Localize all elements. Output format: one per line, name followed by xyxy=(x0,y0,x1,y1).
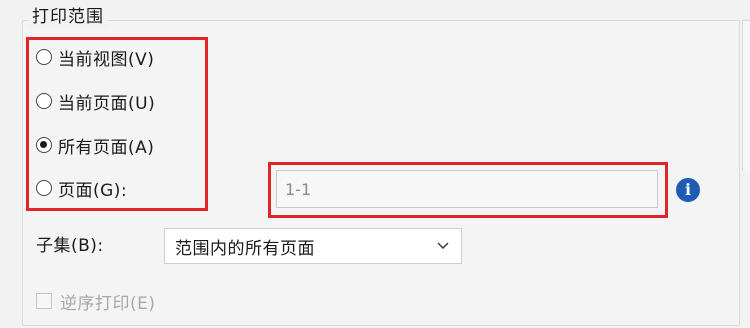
chevron-down-icon xyxy=(435,238,451,254)
radio-button-checked[interactable] xyxy=(36,137,52,153)
subset-selected-value: 范围内的所有页面 xyxy=(175,238,315,259)
reverse-print-option[interactable]: 逆序打印(E) xyxy=(36,288,156,314)
print-range-panel: 打印范围 当前视图(V) 当前页面(U) 所有页面(A) 页面(G): i 子集… xyxy=(0,0,750,328)
radio-current-view-label: 当前视图(V) xyxy=(58,49,155,70)
radio-all-pages-label: 所有页面(A) xyxy=(58,137,155,158)
radio-button-unchecked[interactable] xyxy=(36,180,52,196)
radio-button-unchecked[interactable] xyxy=(36,49,52,65)
pages-input[interactable] xyxy=(276,170,658,208)
radio-pages-label: 页面(G): xyxy=(58,180,128,201)
print-range-title: 打印范围 xyxy=(28,6,108,28)
radio-current-page[interactable]: 当前页面(U) xyxy=(36,86,155,116)
radio-all-pages[interactable]: 所有页面(A) xyxy=(36,130,154,160)
radio-button-unchecked[interactable] xyxy=(36,93,52,109)
reverse-print-label: 逆序打印(E) xyxy=(60,293,156,314)
radio-pages[interactable]: 页面(G): xyxy=(36,173,127,203)
radio-current-view[interactable]: 当前视图(V) xyxy=(36,42,154,72)
subset-label: 子集(B): xyxy=(36,236,104,256)
subset-select[interactable]: 范围内的所有页面 xyxy=(164,228,462,264)
info-icon[interactable]: i xyxy=(676,178,700,202)
adjacent-panel-edge xyxy=(742,20,750,171)
radio-current-page-label: 当前页面(U) xyxy=(58,93,156,114)
reverse-print-checkbox[interactable] xyxy=(36,293,52,309)
